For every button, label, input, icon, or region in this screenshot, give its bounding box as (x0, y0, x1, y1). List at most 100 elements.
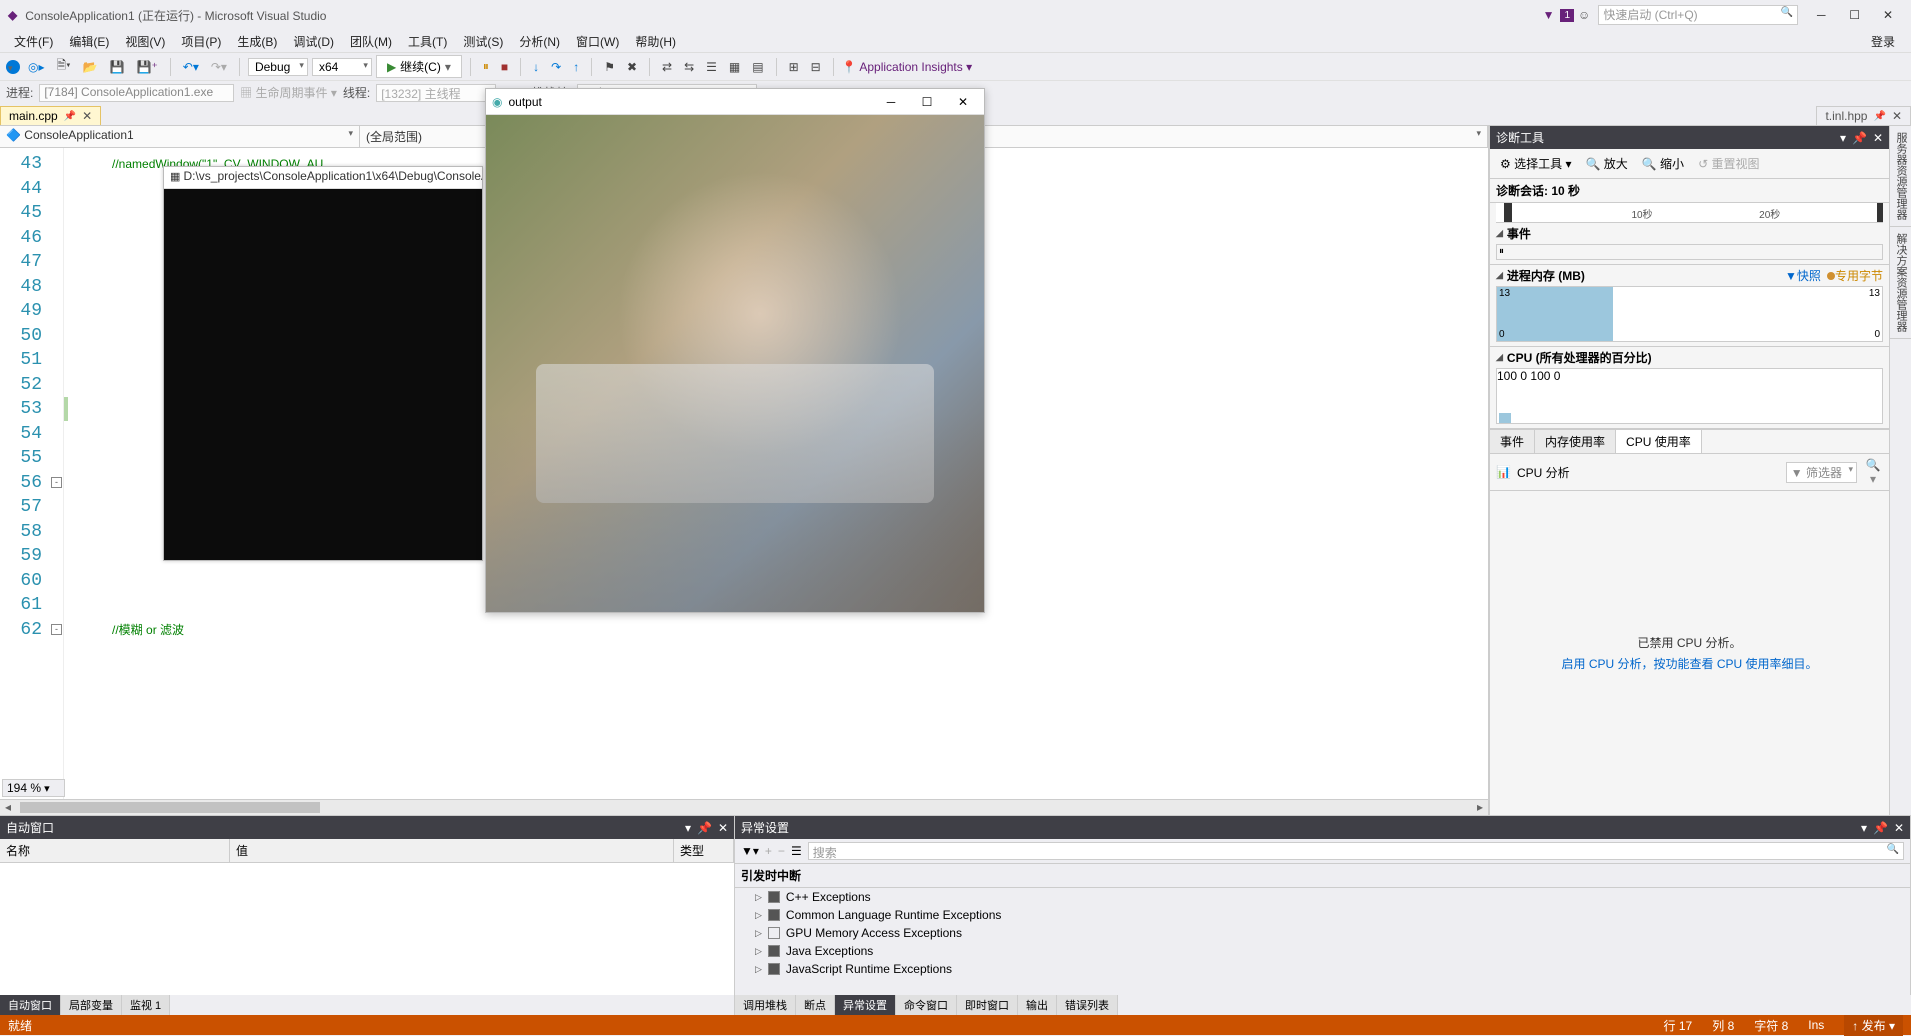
tab-breakpoints[interactable]: 断点 (796, 995, 835, 1015)
menu-build[interactable]: 生成(B) (229, 33, 285, 50)
filter-icon[interactable]: ▼▾ (741, 844, 759, 858)
tab-autos[interactable]: 自动窗口 (0, 995, 61, 1015)
pin-icon[interactable]: 📌 (697, 821, 712, 835)
col-type[interactable]: 类型 (674, 839, 734, 862)
tab-main-cpp[interactable]: main.cpp 📌 ✕ (0, 106, 101, 125)
close-icon[interactable]: ✕ (1873, 131, 1883, 145)
sign-in-link[interactable]: 登录 (1863, 33, 1905, 50)
maximize-icon[interactable]: ☐ (912, 95, 942, 109)
exception-item[interactable]: ▷GPU Memory Access Exceptions (735, 924, 1910, 942)
tab-output[interactable]: 输出 (1018, 995, 1057, 1015)
config-combo[interactable]: Debug (248, 58, 308, 76)
toolbar-icon[interactable]: ⇆ (680, 58, 698, 76)
toolbar-icon[interactable]: ⇄ (658, 58, 676, 76)
break-all-button[interactable]: ⏸ (479, 57, 493, 76)
list-icon[interactable]: ☰ (791, 844, 802, 858)
toolbar-icon[interactable]: ▦ (725, 58, 744, 76)
new-project-button[interactable]: 🗎▾ (53, 54, 75, 79)
fold-margin[interactable]: -- (50, 148, 64, 799)
toolbar-icon[interactable]: ⚑ (600, 58, 619, 76)
pin-icon[interactable]: 📌 (64, 111, 76, 122)
dropdown-icon[interactable]: ▾ (1840, 131, 1846, 145)
expand-icon[interactable]: ▷ (755, 946, 762, 957)
scroll-thumb[interactable] (20, 802, 320, 813)
pin-icon[interactable]: 📌 (1852, 131, 1867, 145)
cpu-analysis-icon[interactable]: 📊 (1496, 465, 1511, 479)
open-file-button[interactable]: 📂 (79, 58, 102, 76)
exception-title-bar[interactable]: 异常设置 ▾ 📌 ✕ (735, 816, 1910, 839)
exception-item[interactable]: ▷Java Exceptions (735, 942, 1910, 960)
editor-h-scrollbar[interactable]: ◂ ▸ (0, 799, 1488, 815)
app-insights-button[interactable]: 📍 Application Insights ▾ (842, 60, 972, 74)
zoom-control[interactable]: 194 % ▾ (2, 779, 65, 797)
close-button[interactable]: ✕ (1873, 8, 1903, 22)
nav-back-button[interactable] (6, 60, 20, 74)
checkbox[interactable] (768, 909, 780, 921)
tab-locals[interactable]: 局部变量 (61, 995, 122, 1015)
exception-search-input[interactable]: 搜索 (808, 842, 1904, 860)
menu-view[interactable]: 视图(V) (117, 33, 173, 50)
process-combo[interactable]: [7184] ConsoleApplication1.exe (39, 84, 234, 102)
remove-icon[interactable]: − (778, 844, 785, 858)
redo-button[interactable]: ↷▾ (207, 58, 231, 76)
close-tab-icon[interactable]: ✕ (1892, 109, 1902, 123)
close-icon[interactable]: ✕ (718, 821, 728, 835)
diagnostics-title-bar[interactable]: 诊断工具 ▾ 📌 ✕ (1490, 126, 1889, 149)
scope-dropdown[interactable]: 🔷 ConsoleApplication1 (0, 126, 360, 147)
diag-tab-events[interactable]: 事件 (1490, 430, 1535, 453)
maximize-button[interactable]: ☐ (1840, 8, 1870, 22)
output-image-window[interactable]: ◉ output ─ ☐ ✕ (485, 88, 985, 613)
filter-dropdown[interactable]: ▼ 筛选器 (1786, 462, 1857, 483)
step-over-button[interactable]: ↷ (547, 58, 565, 76)
dropdown-icon[interactable]: ▾ (1861, 821, 1867, 835)
tab-errors[interactable]: 错误列表 (1057, 995, 1118, 1015)
console-title[interactable]: ▦ D:\vs_projects\ConsoleApplication1\x64… (164, 167, 482, 189)
add-icon[interactable]: + (765, 844, 772, 858)
expand-icon[interactable]: ▷ (755, 892, 762, 903)
toolbar-icon[interactable]: ▤ (748, 58, 767, 76)
exception-item[interactable]: ▷C++ Exceptions (735, 888, 1910, 906)
save-button[interactable]: 💾 (106, 58, 129, 76)
scroll-right-icon[interactable]: ▸ (1472, 800, 1488, 816)
notification-badge[interactable]: 1 (1560, 9, 1574, 22)
checkbox[interactable] (768, 963, 780, 975)
save-all-button[interactable]: 💾⁺ (133, 58, 162, 76)
menu-tools[interactable]: 工具(T) (400, 33, 455, 50)
close-icon[interactable]: ✕ (1894, 821, 1904, 835)
tab-immediate[interactable]: 即时窗口 (957, 995, 1018, 1015)
side-tab[interactable]: 解决方案资源管理器 (1890, 227, 1911, 339)
tab-callstack[interactable]: 调用堆栈 (735, 995, 796, 1015)
minimize-icon[interactable]: ─ (876, 95, 906, 109)
timeline-cursor[interactable] (1504, 203, 1512, 222)
timeline[interactable]: 10秒 20秒 (1496, 203, 1883, 223)
notification-flag-icon[interactable]: ▼ (1543, 8, 1555, 22)
feedback-icon[interactable]: ☺ (1578, 8, 1590, 22)
menu-team[interactable]: 团队(M) (342, 33, 400, 50)
diag-tab-cpu[interactable]: CPU 使用率 (1616, 430, 1702, 453)
diag-tab-memory[interactable]: 内存使用率 (1535, 430, 1616, 453)
exception-item[interactable]: ▷JavaScript Runtime Exceptions (735, 960, 1910, 978)
reset-view-button[interactable]: ↺ 重置视图 (1694, 153, 1763, 174)
toolbar-icon[interactable]: ☰ (702, 58, 721, 76)
close-tab-icon[interactable]: ✕ (82, 109, 92, 123)
minimize-button[interactable]: ─ (1806, 8, 1836, 22)
output-title-bar[interactable]: ◉ output ─ ☐ ✕ (486, 89, 984, 115)
col-value[interactable]: 值 (230, 839, 674, 862)
menu-test[interactable]: 测试(S) (455, 33, 511, 50)
nav-forward-button[interactable]: ◎▸ (24, 58, 49, 76)
platform-combo[interactable]: x64 (312, 58, 372, 76)
console-window[interactable]: ▦ D:\vs_projects\ConsoleApplication1\x64… (163, 166, 483, 561)
tab-command[interactable]: 命令窗口 (896, 995, 957, 1015)
menu-window[interactable]: 窗口(W) (568, 33, 627, 50)
expand-icon[interactable]: ▷ (755, 910, 762, 921)
enable-cpu-link[interactable]: 启用 CPU 分析，按功能查看 CPU 使用率细目。 (1561, 655, 1817, 672)
select-tools-button[interactable]: ⚙ 选择工具 ▾ (1496, 153, 1575, 174)
exception-item[interactable]: ▷Common Language Runtime Exceptions (735, 906, 1910, 924)
step-out-button[interactable]: ↑ (569, 58, 583, 76)
close-icon[interactable]: ✕ (948, 95, 978, 109)
tab-inl-hpp[interactable]: t.inl.hpp 📌 ✕ (1816, 106, 1911, 125)
quick-launch-input[interactable]: 快速启动 (Ctrl+Q) (1598, 5, 1798, 25)
menu-file[interactable]: 文件(F) (6, 33, 61, 50)
toolbar-icon[interactable]: ⊞ (785, 58, 803, 76)
expand-icon[interactable]: ▷ (755, 964, 762, 975)
